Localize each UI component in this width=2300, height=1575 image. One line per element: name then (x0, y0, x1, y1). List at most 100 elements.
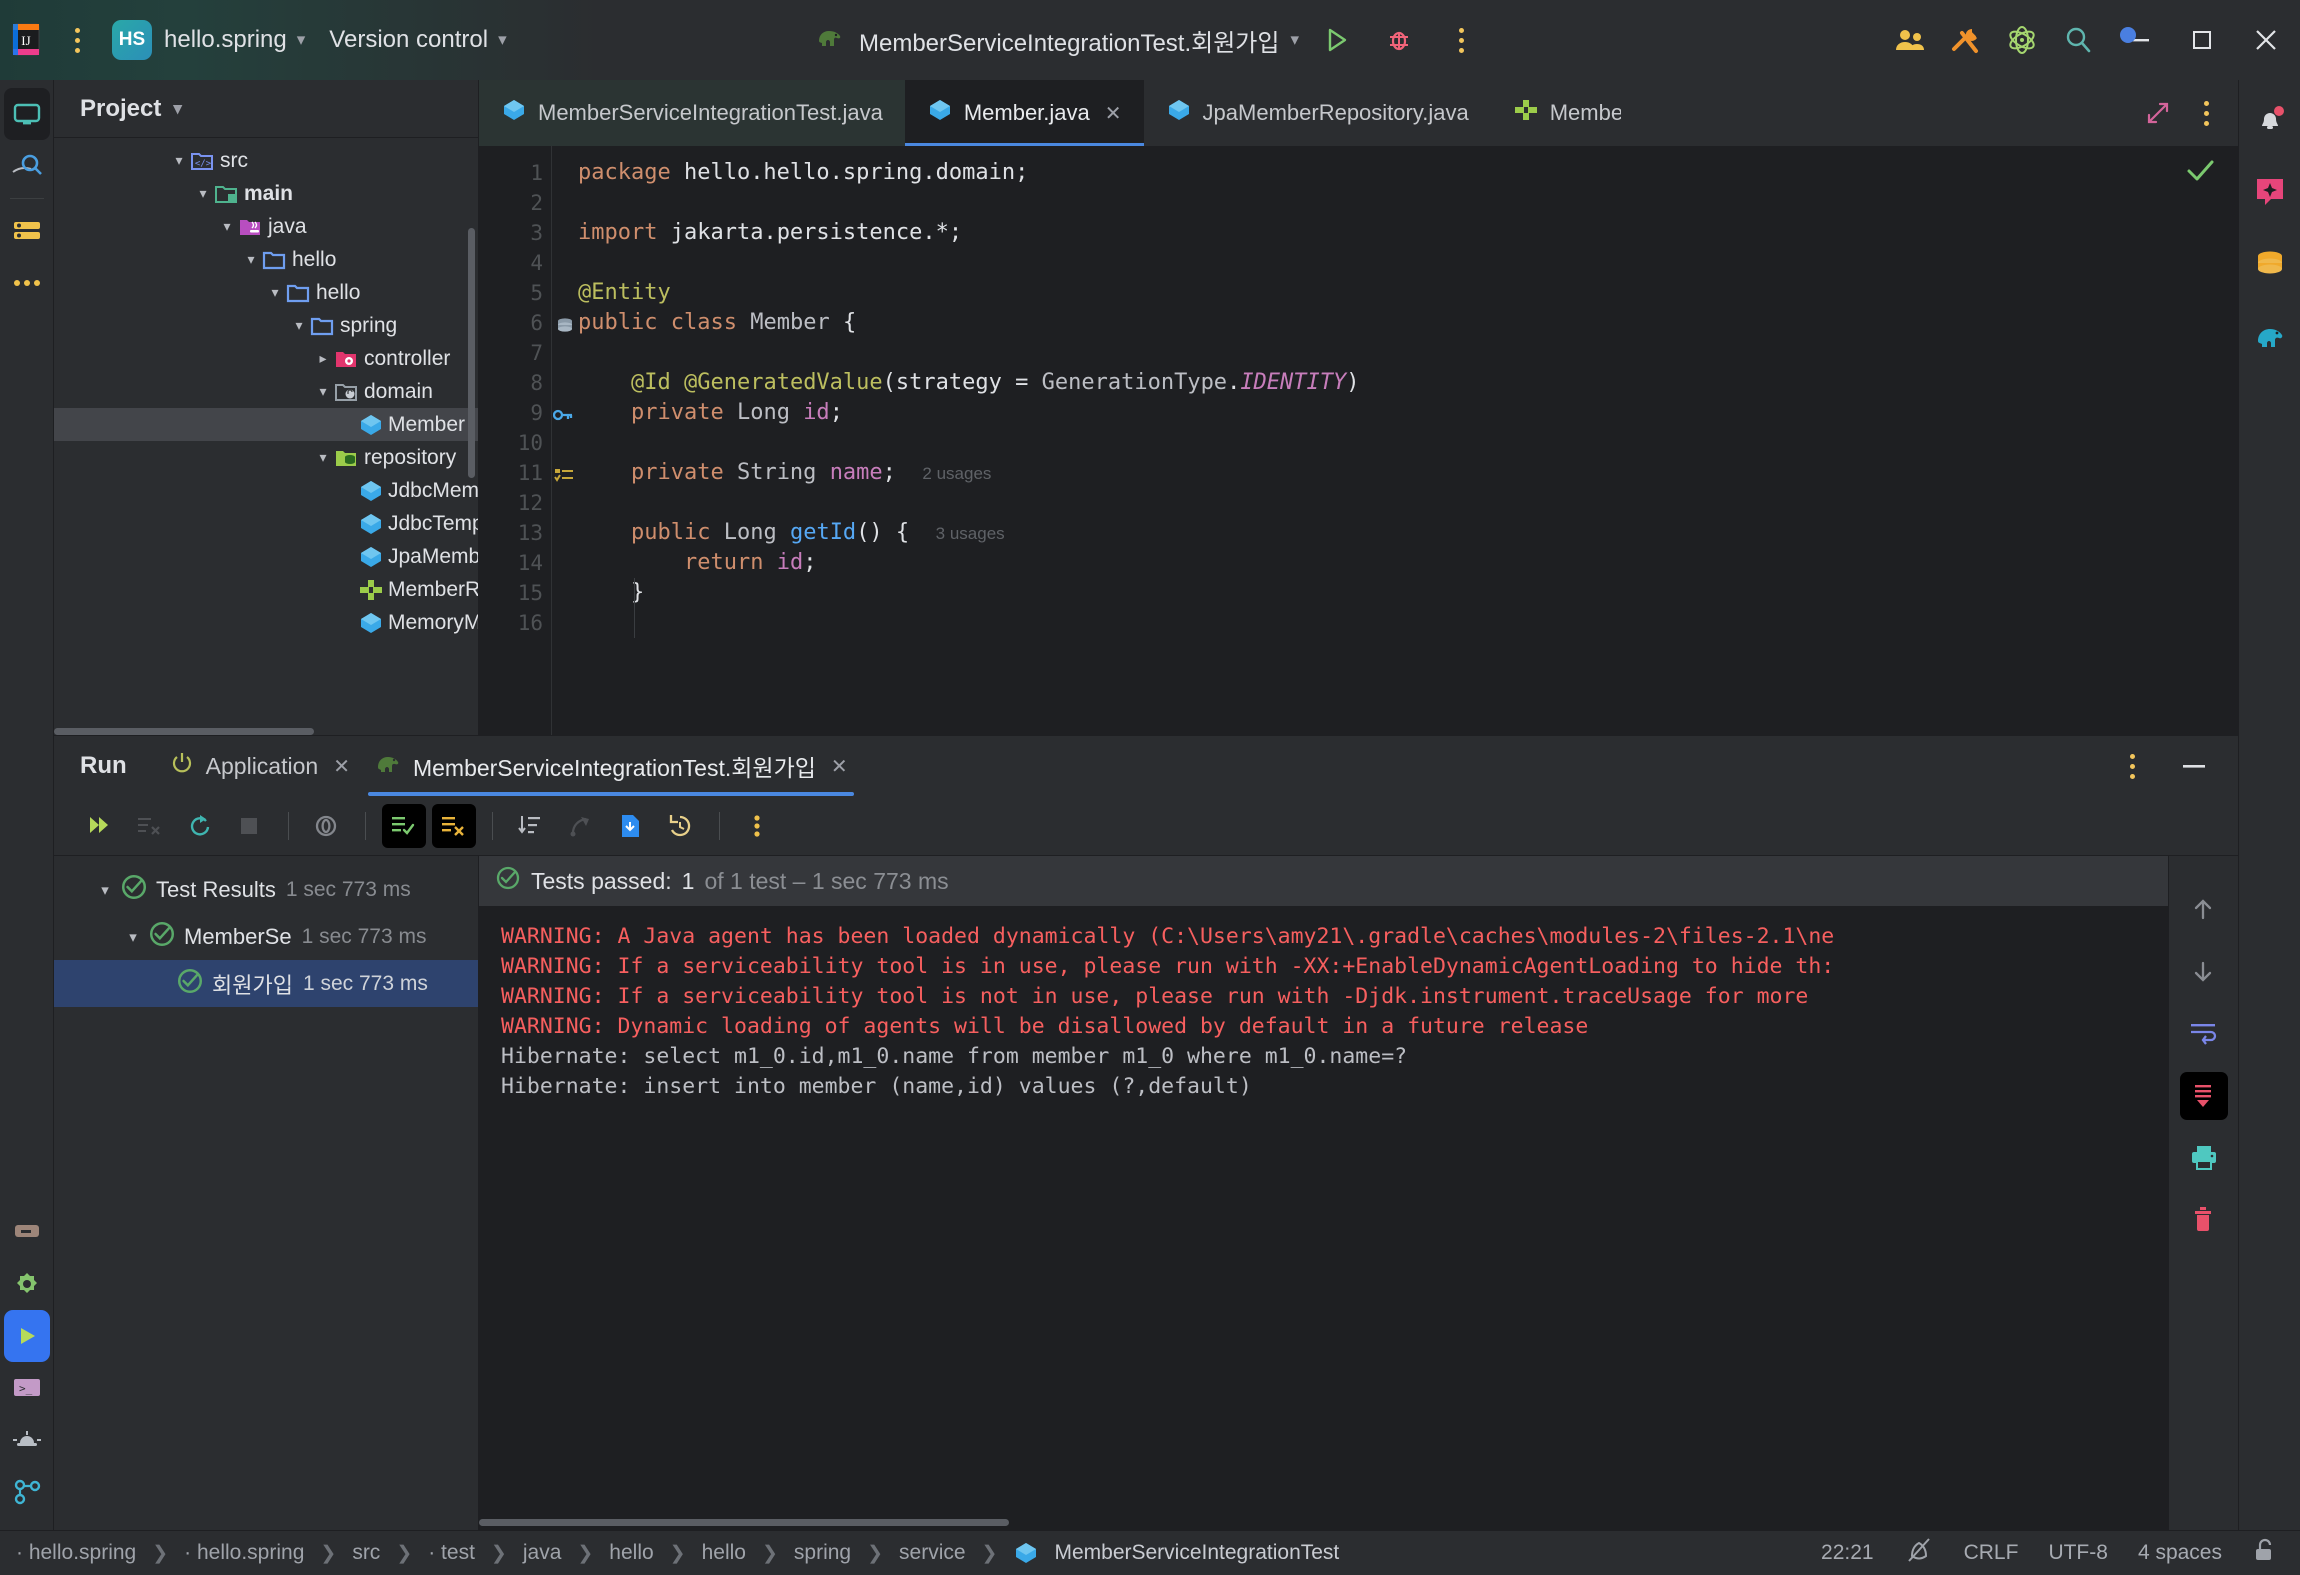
minimize-icon[interactable] (2110, 11, 2166, 69)
line-separator[interactable]: CRLF (1964, 1541, 2019, 1565)
editor-tab[interactable]: JpaMemberRepository.java (1144, 80, 1491, 146)
rerun-failed-tests-icon[interactable] (128, 804, 172, 848)
run-tab-bar[interactable]: Application ✕ MemberServiceIntegrationTest… (157, 736, 860, 796)
run-icon[interactable] (1313, 16, 1361, 64)
project-tree-item[interactable]: Member (54, 408, 478, 441)
chevron-down-icon[interactable]: ▾ (192, 185, 214, 202)
test-tree-item[interactable]: 회원가입 1 sec 773 ms (54, 960, 478, 1007)
chevron-down-icon[interactable]: ▾ (264, 284, 286, 301)
close-icon[interactable] (2238, 11, 2294, 69)
close-tab-icon[interactable]: ✕ (831, 754, 848, 779)
run-tab[interactable]: MemberServiceIntegrationTest.회원가입 ✕ (362, 736, 860, 796)
close-tab-icon[interactable]: ✕ (333, 754, 350, 779)
more-vertical-icon[interactable] (736, 804, 780, 848)
scroll-down-icon[interactable] (2180, 948, 2228, 996)
collaborate-icon[interactable] (1886, 16, 1934, 64)
project-panel-header[interactable]: Project ▾ (54, 80, 478, 138)
breadcrumb-item[interactable]: spring (794, 1541, 851, 1565)
project-tree-item[interactable]: ▾ </> src (54, 144, 478, 177)
expand-test-icon[interactable] (559, 804, 603, 848)
chevron-right-icon[interactable]: ▸ (312, 350, 334, 367)
project-tree-item[interactable]: ▾ hello (54, 276, 478, 309)
project-tool-window-icon[interactable] (3, 88, 50, 140)
commit-icon[interactable] (4, 205, 50, 257)
hamburger-menu-icon[interactable] (54, 27, 100, 53)
breadcrumb-item[interactable]: · hello.spring (16, 1541, 136, 1565)
breadcrumb-item[interactable]: · hello.spring (184, 1541, 304, 1565)
build-icon[interactable] (4, 1206, 50, 1258)
chevron-down-icon[interactable]: ▾ (168, 152, 190, 169)
print-icon[interactable] (2180, 1134, 2228, 1182)
console-horizontal-scrollbar[interactable] (479, 1519, 1009, 1526)
services-icon[interactable] (4, 1258, 50, 1310)
unlocked-icon[interactable] (2252, 1537, 2276, 1569)
project-tree-item[interactable]: ▾ domain (54, 375, 478, 408)
terminal-icon[interactable]: >_ (4, 1362, 50, 1414)
chevron-down-icon[interactable]: ▾ (216, 218, 238, 235)
version-control-button[interactable]: Version control ▾ (317, 17, 518, 63)
gradle-elephant-icon[interactable] (2247, 310, 2293, 362)
rerun-icon[interactable] (78, 804, 122, 848)
scroll-to-end-icon[interactable] (2179, 1072, 2228, 1120)
chevron-down-icon[interactable]: ▾ (240, 251, 262, 268)
run-toolbar[interactable] (54, 796, 2238, 856)
tools-icon[interactable] (1942, 16, 1990, 64)
project-tree-vertical-scrollbar[interactable] (468, 228, 475, 478)
test-tree-item[interactable]: ▾ MemberSe 1 sec 773 ms (54, 913, 478, 960)
breadcrumb-item[interactable]: service (899, 1541, 966, 1565)
breadcrumb-item[interactable]: hello (702, 1541, 746, 1565)
breadcrumb-item[interactable]: hello (609, 1541, 653, 1565)
problems-icon[interactable] (4, 1414, 50, 1466)
clear-all-icon[interactable] (2180, 1196, 2228, 1244)
usage-hint[interactable]: 2 usages (922, 464, 991, 483)
project-tree[interactable]: ▾ </> src ▾ main ▾ java ▾ hello ▾ hello ▾ spring ▸ con… (54, 138, 478, 735)
inspections-off-icon[interactable] (1904, 1536, 1934, 1570)
project-tree-item[interactable]: ▾ spring (54, 309, 478, 342)
expand-editor-icon[interactable] (2136, 91, 2180, 135)
editor-tab-bar[interactable]: MemberServiceIntegrationTest.java Member.… (479, 80, 2238, 146)
chevron-down-icon[interactable]: ▾ (312, 383, 334, 400)
run-tab[interactable]: Application ✕ (157, 736, 362, 796)
breadcrumb-item[interactable]: · test (428, 1541, 475, 1565)
export-test-results-icon[interactable] (609, 804, 653, 848)
test-history-icon[interactable] (659, 804, 703, 848)
test-results-tree[interactable]: ▾ Test Results 1 sec 773 ms ▾ MemberSe 1 sec … (54, 856, 479, 1530)
project-tree-item[interactable]: ▾ hello (54, 243, 478, 276)
show-passed-icon[interactable] (382, 803, 426, 848)
indent-setting[interactable]: 4 spaces (2138, 1541, 2222, 1565)
database-icon[interactable] (2247, 238, 2293, 290)
show-ignored-icon[interactable] (432, 803, 476, 848)
breadcrumb-item[interactable]: java (523, 1541, 562, 1565)
notifications-bell-icon[interactable] (2247, 94, 2293, 146)
usage-hint[interactable]: 3 usages (936, 524, 1005, 543)
caret-position[interactable]: 22:21 (1821, 1541, 1874, 1565)
breadcrumb-item[interactable]: src (352, 1541, 380, 1565)
project-tree-item[interactable]: JpaMemberRepos (54, 540, 478, 573)
coverage-icon[interactable] (305, 804, 349, 848)
console-output[interactable]: WARNING: A Java agent has been loaded dy… (479, 906, 2168, 1530)
editor-tab[interactable]: MemberRepository.java (1491, 80, 1621, 146)
more-vertical-icon[interactable] (2110, 744, 2154, 788)
breadcrumb[interactable]: · hello.spring ❯ · hello.spring ❯ src ❯ · test… (16, 1541, 1339, 1565)
test-tree-item[interactable]: ▾ Test Results 1 sec 773 ms (54, 866, 478, 913)
search-everywhere-icon[interactable] (4, 140, 50, 192)
stop-icon[interactable] (228, 804, 272, 848)
run-tool-window-icon[interactable] (3, 1310, 50, 1362)
toggle-auto-test-icon[interactable] (178, 804, 222, 848)
version-control-icon[interactable] (4, 1466, 50, 1518)
editor-tab[interactable]: Member.java ✕ (904, 80, 1144, 146)
search-icon[interactable] (2054, 16, 2102, 64)
editor-tab[interactable]: MemberServiceIntegrationTest.java (479, 80, 905, 146)
project-tree-item[interactable]: ▾ repository (54, 441, 478, 474)
project-tree-item[interactable]: JdbcMemberRepo (54, 474, 478, 507)
sort-alphabetically-icon[interactable] (509, 804, 553, 848)
console-action-rail[interactable] (2168, 856, 2238, 1530)
more-vertical-icon[interactable] (1437, 16, 1485, 64)
project-tree-item[interactable]: MemoryMemberR (54, 606, 478, 639)
debug-icon[interactable] (1375, 16, 1423, 64)
chevron-down-icon[interactable]: ▾ (312, 449, 334, 466)
chevron-down-icon[interactable]: ▾ (118, 928, 148, 946)
project-name-button[interactable]: hello.spring ▾ (152, 17, 317, 63)
minimize-panel-icon[interactable] (2172, 744, 2216, 788)
maximize-icon[interactable] (2174, 11, 2230, 69)
